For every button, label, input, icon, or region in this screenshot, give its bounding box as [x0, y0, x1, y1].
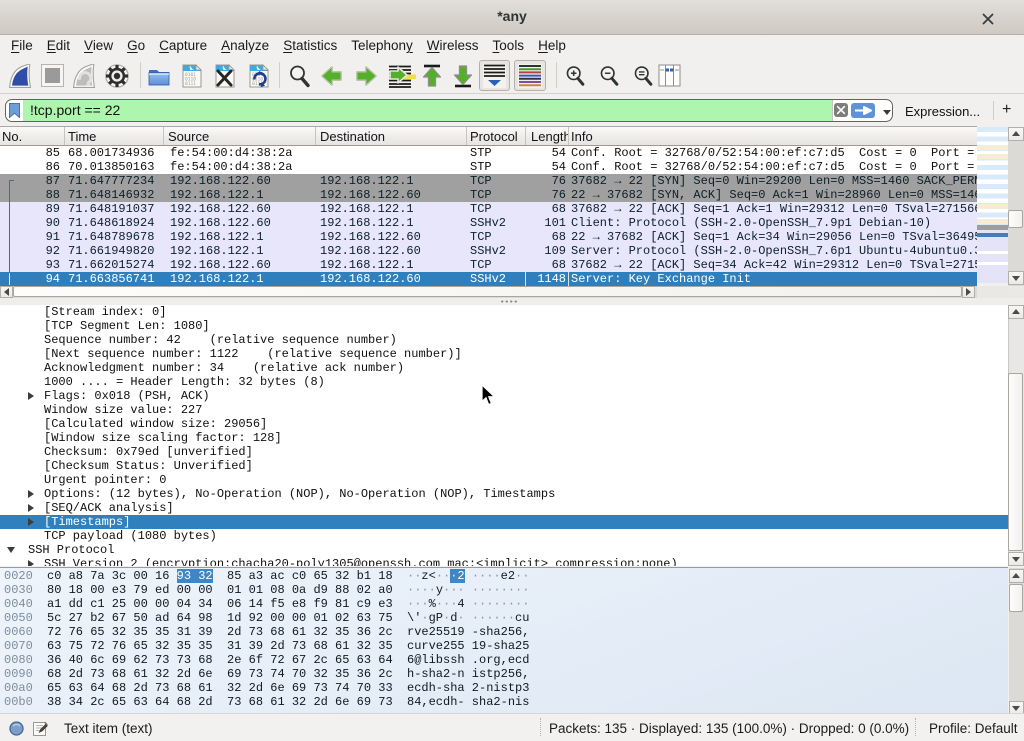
svg-text:0111: 0111	[185, 81, 196, 87]
